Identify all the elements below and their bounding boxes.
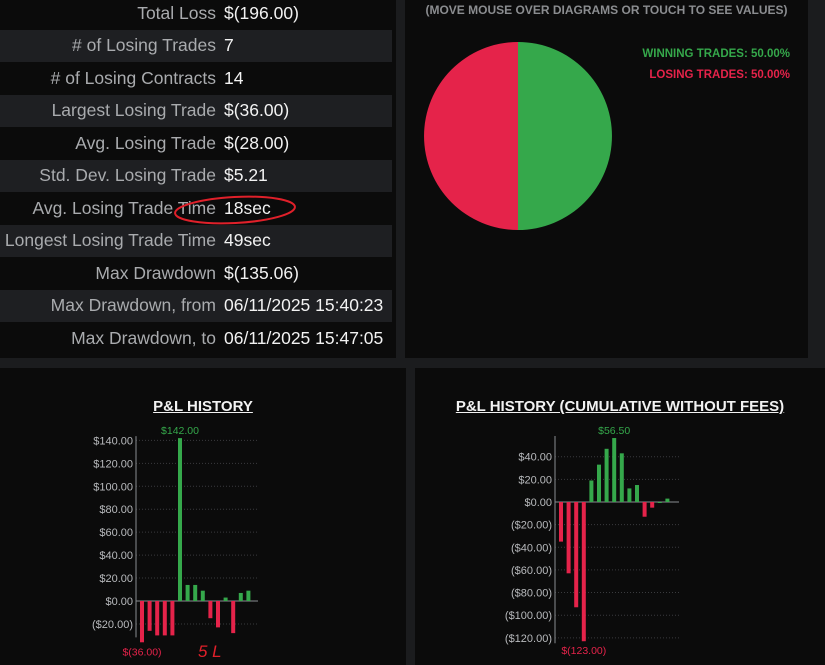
y-tick-label: ($80.00) [511, 588, 552, 600]
stat-value: 49sec [224, 230, 271, 251]
legend-winning-trades: WINNING TRADES: 50.00% [642, 48, 790, 60]
losing-trades-stats-panel: Total Loss $(196.00) # of Losing Trades 7 # … [0, 0, 396, 358]
pnl-bar[interactable] [559, 502, 563, 542]
pnl-bar[interactable] [216, 601, 220, 628]
pnl-bar[interactable] [208, 601, 213, 619]
y-tick-label: $80.00 [99, 504, 133, 516]
y-tick-label: $100.00 [93, 481, 133, 493]
stat-value: 06/11/2025 15:47:05 [224, 327, 384, 348]
pnl-bar[interactable] [589, 480, 594, 502]
stat-row: Avg. Losing Trade Time 18sec [0, 192, 392, 225]
stat-value: $5.21 [224, 165, 268, 186]
min-value-label: $(36.00) [122, 646, 161, 658]
y-tick-label: $40.00 [518, 452, 552, 464]
stat-row: Max Drawdown, from 06/11/2025 15:40:23 [0, 289, 392, 322]
stat-value: $(36.00) [224, 100, 290, 121]
y-tick-label: $140.00 [93, 435, 133, 447]
stat-row: # of Losing Contracts 14 [0, 62, 392, 95]
stat-value: 18sec [224, 197, 271, 218]
pnl-bar[interactable] [238, 592, 243, 601]
pnl-bar[interactable] [155, 601, 160, 636]
pnl-bar[interactable] [566, 502, 571, 574]
y-tick-label: ($100.00) [505, 610, 552, 622]
y-tick-label: $20.00 [99, 573, 133, 585]
pnl-bar[interactable] [147, 601, 152, 631]
pnl-bar[interactable] [627, 488, 632, 502]
pnl-bar[interactable] [665, 498, 670, 502]
pnl-bar[interactable] [170, 601, 175, 636]
pnl-history-panel: P&L HISTORY $140.00 $120.00 $100.00 $80.00 $… [0, 368, 406, 665]
stat-label: Max Drawdown, to [71, 327, 216, 348]
pnl-bar[interactable] [140, 601, 144, 643]
stat-value: $(135.06) [224, 262, 299, 283]
max-value-label: $56.50 [598, 425, 630, 437]
pnl-bar[interactable] [574, 502, 579, 608]
stat-value: 7 [224, 35, 234, 56]
pnl-bar[interactable] [581, 502, 586, 642]
pnl-bar[interactable] [619, 453, 624, 502]
y-tick-label: $0.00 [524, 497, 552, 509]
stat-value: $(196.00) [224, 2, 299, 23]
stat-row: Std. Dev. Losing Trade $5.21 [0, 159, 392, 192]
stat-label: # of Losing Trades [72, 35, 216, 56]
pnl-bar[interactable] [178, 438, 182, 601]
pnl-bar[interactable] [193, 584, 198, 601]
y-tick-label: $0.00 [105, 596, 133, 608]
y-tick-label: ($60.00) [511, 565, 552, 577]
pnl-bar[interactable] [612, 438, 617, 502]
stat-row: # of Losing Trades 7 [0, 29, 392, 62]
pnl-bar[interactable] [650, 502, 655, 508]
pnl-bar[interactable] [231, 601, 236, 634]
win-loss-pie-panel: (MOVE MOUSE OVER DIAGRAMS OR TOUCH TO SE… [405, 0, 808, 358]
max-value-label: $142.00 [161, 425, 199, 437]
pie-slice-winning[interactable] [518, 42, 612, 230]
min-value-label: $(123.00) [561, 645, 606, 657]
stat-row: Longest Losing Trade Time 49sec [0, 224, 392, 257]
stat-row: Avg. Losing Trade $(28.00) [0, 127, 392, 160]
pnl-history-chart[interactable]: $140.00 $120.00 $100.00 $80.00 $60.00 $40.00 $… [0, 368, 406, 665]
y-tick-label: ($40.00) [511, 542, 552, 554]
y-tick-label: $40.00 [99, 550, 133, 562]
stat-label: Avg. Losing Trade Time [32, 197, 216, 218]
y-tick-label: $120.00 [93, 458, 133, 470]
stat-label: Max Drawdown, from [50, 295, 216, 316]
stat-value: 14 [224, 67, 244, 88]
pnl-bar[interactable] [185, 584, 190, 601]
y-tick-label: $20.00 [518, 474, 552, 486]
stat-label: Max Drawdown [95, 262, 216, 283]
stat-label: Longest Losing Trade Time [4, 230, 216, 251]
pnl-bar[interactable] [642, 502, 647, 517]
y-tick-label: ($120.00) [505, 633, 552, 645]
pnl-bar[interactable] [657, 502, 662, 503]
stat-label: Total Loss [137, 2, 216, 23]
stat-label: Std. Dev. Losing Trade [39, 165, 216, 186]
pnl-bar[interactable] [223, 597, 228, 601]
pnl-bar[interactable] [246, 590, 251, 601]
stat-label: Avg. Losing Trade [75, 132, 216, 153]
legend-losing-trades: LOSING TRADES: 50.00% [649, 69, 790, 81]
pnl-bar[interactable] [162, 601, 167, 636]
stat-row: Total Loss $(196.00) [0, 0, 392, 30]
stat-value: 06/11/2025 15:40:23 [224, 295, 384, 316]
pnl-bar[interactable] [597, 464, 601, 502]
pnl-bar[interactable] [604, 448, 609, 502]
stat-row: Max Drawdown $(135.06) [0, 257, 392, 290]
y-tick-label: $60.00 [99, 527, 133, 539]
y-tick-label: ($20.00) [511, 520, 552, 532]
pnl-bar[interactable] [200, 590, 205, 601]
pnl-cumulative-chart[interactable]: $40.00 $20.00 $0.00 ($20.00) ($40.00) ($60.00… [415, 368, 825, 665]
pie-slice-losing[interactable] [424, 42, 518, 230]
stat-value: $(28.00) [224, 132, 290, 153]
stat-label: # of Losing Contracts [50, 67, 216, 88]
pnl-cumulative-panel: P&L HISTORY (CUMULATIVE WITHOUT FEES) $4… [415, 368, 825, 665]
y-tick-label: ($20.00) [92, 619, 133, 631]
pnl-bar[interactable] [635, 485, 639, 502]
stat-row: Largest Losing Trade $(36.00) [0, 94, 392, 127]
stat-label: Largest Losing Trade [51, 100, 216, 121]
stat-row: Max Drawdown, to 06/11/2025 15:47:05 [0, 322, 392, 355]
